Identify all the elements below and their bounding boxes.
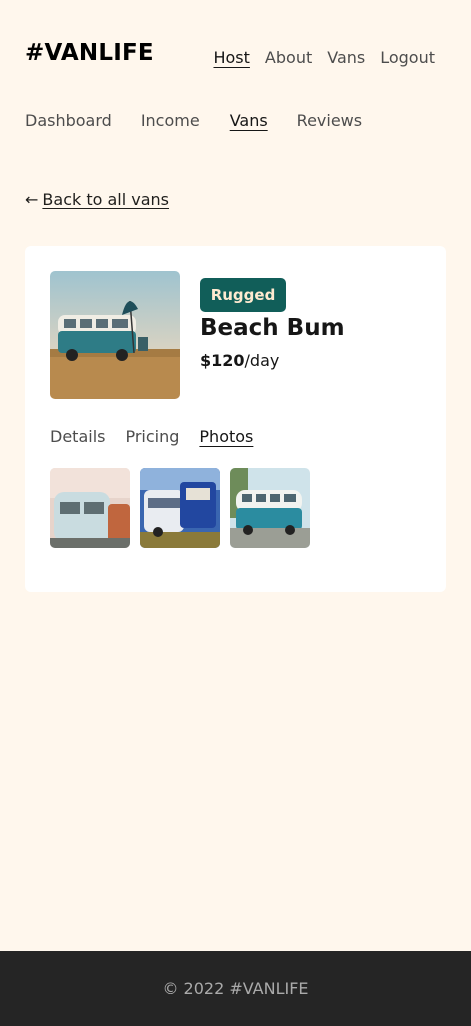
van-photos <box>50 468 310 548</box>
tab-details[interactable]: Details <box>50 427 105 446</box>
van-main-image <box>50 271 180 399</box>
top-nav: Host About Vans Logout <box>213 48 435 67</box>
nav-about[interactable]: About <box>265 48 312 67</box>
host-nav-dashboard[interactable]: Dashboard <box>25 111 112 130</box>
host-nav-income[interactable]: Income <box>141 111 200 130</box>
back-arrow-icon: ← <box>25 190 39 209</box>
back-link-label: Back to all vans <box>42 190 170 209</box>
van-name: Beach Bum <box>200 315 345 341</box>
nav-logout[interactable]: Logout <box>380 48 435 67</box>
van-photo-2[interactable] <box>140 468 220 548</box>
host-nav-reviews[interactable]: Reviews <box>297 111 362 130</box>
nav-vans[interactable]: Vans <box>327 48 365 67</box>
van-type-badge: Rugged <box>200 278 286 312</box>
tab-pricing[interactable]: Pricing <box>125 427 179 446</box>
site-logo[interactable]: #VANLIFE <box>25 40 154 66</box>
site-header: #VANLIFE Host About Vans Logout <box>0 0 471 100</box>
tab-photos[interactable]: Photos <box>199 427 253 446</box>
host-nav: Dashboard Income Vans Reviews <box>25 111 391 130</box>
van-detail-tabs: Details Pricing Photos <box>50 427 273 446</box>
van-photo-1[interactable] <box>50 468 130 548</box>
nav-host[interactable]: Host <box>213 48 249 67</box>
site-footer: © 2022 #VANLIFE <box>0 951 471 1026</box>
back-to-vans-link[interactable]: ← Back to all vans <box>25 190 169 209</box>
van-detail-card: Rugged Beach Bum $120/day Details Pricin… <box>25 246 446 592</box>
van-photo-3[interactable] <box>230 468 310 548</box>
host-nav-vans[interactable]: Vans <box>230 111 268 130</box>
van-price: $120/day <box>200 351 279 370</box>
van-price-amount: $120 <box>200 351 245 370</box>
van-price-unit: /day <box>244 351 280 370</box>
